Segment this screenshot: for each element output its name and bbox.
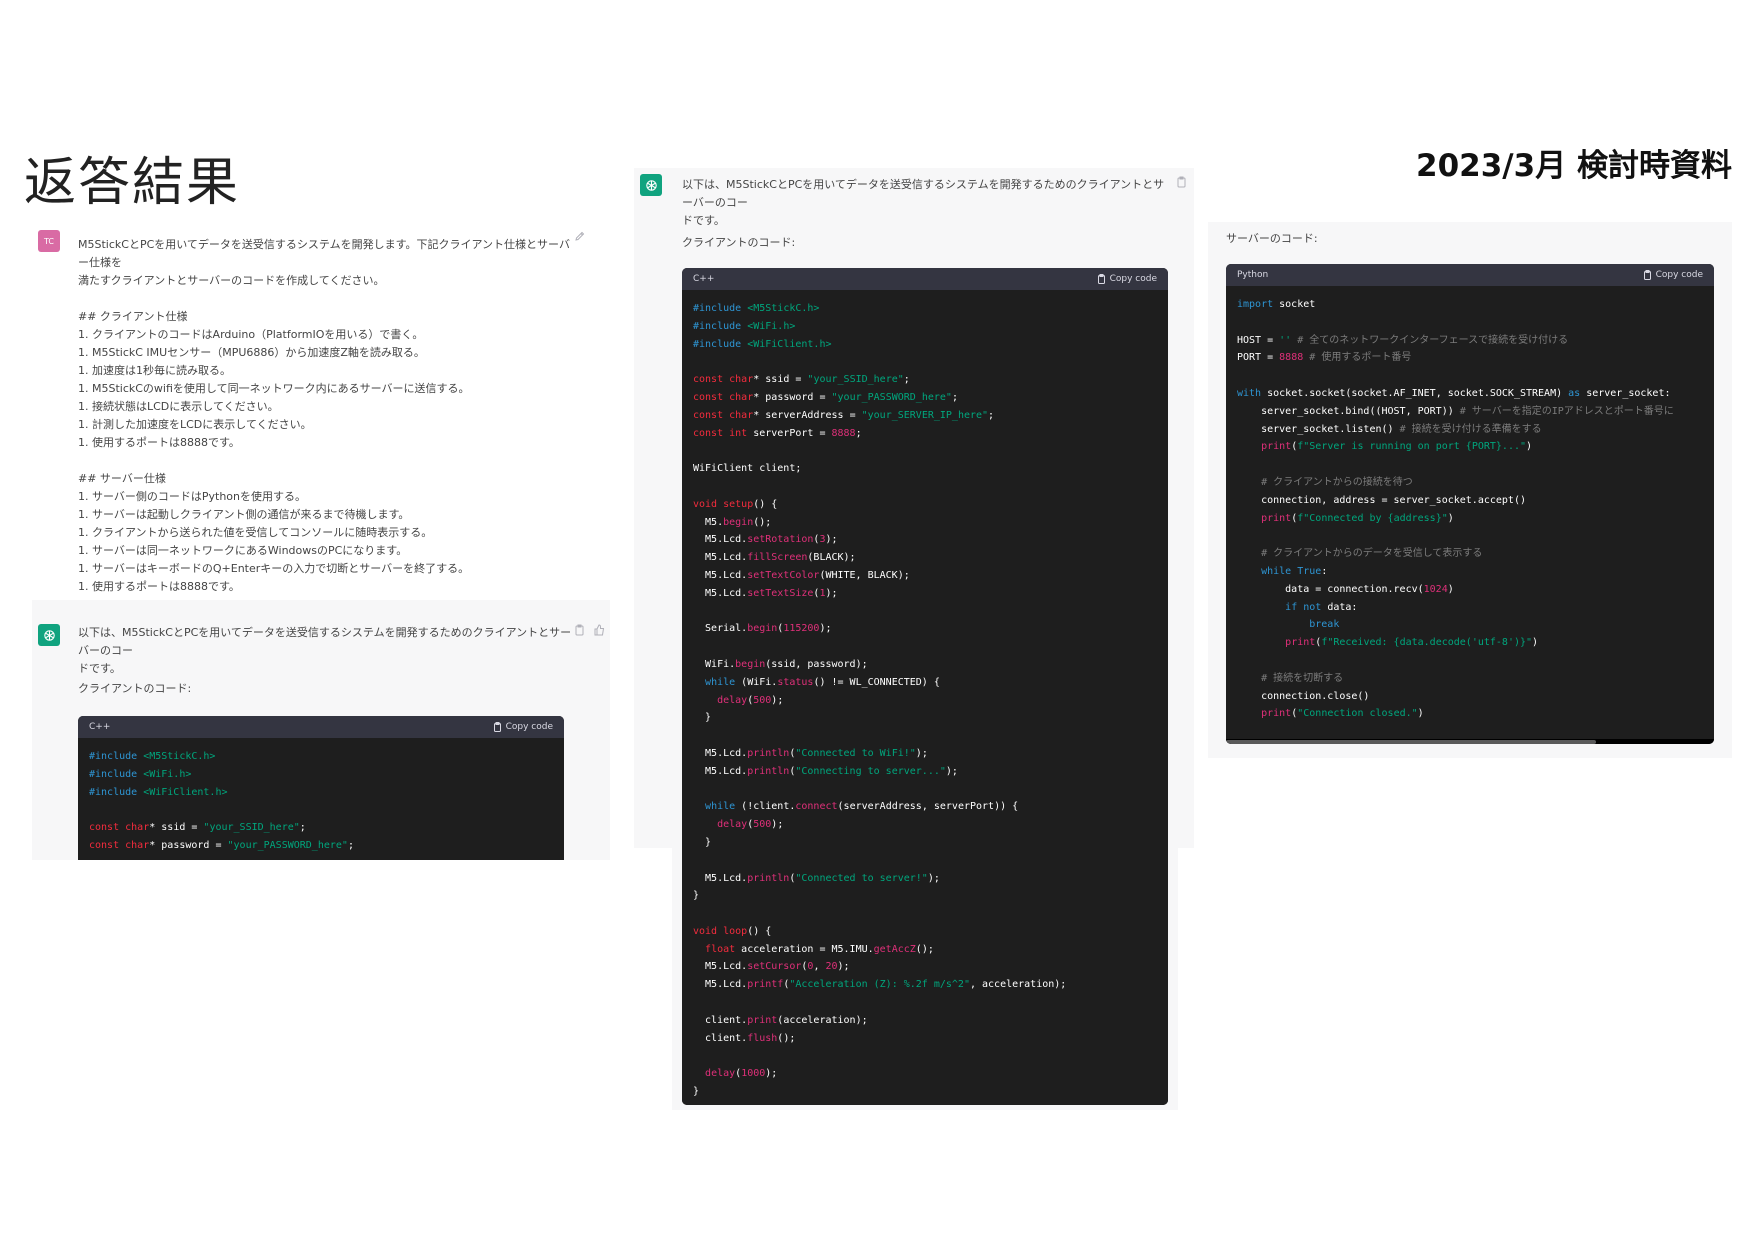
copy-code-label: Copy code: [505, 722, 553, 732]
user-message: M5StickCとPCを用いてデータを送受信するシステムを開発します。下記クライ…: [78, 238, 570, 593]
right-code-content: import socket HOST = '' # 全てのネットワークインターフ…: [1226, 286, 1714, 739]
client-code-label: クライアントのコード:: [682, 236, 796, 249]
middle-code-block: C++ Copy code #include <M5StickC.h> #inc…: [682, 268, 1168, 1105]
openai-logo-icon: [38, 624, 60, 646]
code-header: C++ Copy code: [78, 716, 564, 738]
right-code-block: Python Copy code import socket HOST = ''…: [1226, 264, 1714, 744]
clipboard-icon[interactable]: [574, 624, 585, 639]
thumbs-up-icon[interactable]: [594, 624, 605, 639]
left-code-block: C++ Copy code #include <M5StickC.h> #inc…: [78, 716, 564, 860]
assistant-message: 以下は、M5StickCとPCを用いてデータを送受信するシステムを開発するための…: [78, 626, 572, 675]
clipboard-icon: [493, 722, 501, 732]
edit-icon[interactable]: [574, 230, 586, 245]
middle-code-content: #include <M5StickC.h> #include <WiFi.h> …: [682, 290, 1168, 1105]
openai-logo-icon: [640, 174, 662, 196]
user-avatar: TC: [38, 230, 60, 252]
left-assistant-panel: 以下は、M5StickCとPCを用いてデータを送受信するシステムを開発するための…: [32, 600, 610, 860]
slide-title: 返答結果: [24, 153, 241, 213]
code-language: Python: [1237, 270, 1269, 280]
copy-code-label: Copy code: [1655, 270, 1703, 280]
clipboard-icon: [1643, 270, 1651, 280]
copy-code-button[interactable]: Copy code: [1097, 274, 1157, 284]
copy-code-button[interactable]: Copy code: [1643, 270, 1703, 280]
code-header: Python Copy code: [1226, 264, 1714, 286]
left-chat-panel: TC M5StickCとPCを用いてデータを送受信するシステムを開発します。下記…: [32, 216, 610, 600]
date-title: 2023/3月 検討時資料: [1416, 148, 1732, 184]
server-code-label: サーバーのコード:: [1226, 232, 1318, 245]
scrollbar-thumb[interactable]: [1226, 740, 1596, 744]
code-language: C++: [693, 274, 715, 284]
horizontal-scrollbar[interactable]: [1226, 739, 1714, 744]
copy-code-button[interactable]: Copy code: [493, 722, 553, 732]
copy-code-label: Copy code: [1109, 274, 1157, 284]
clipboard-icon: [1097, 274, 1105, 284]
assistant-message: 以下は、M5StickCとPCを用いてデータを送受信するシステムを開発するための…: [682, 178, 1165, 227]
left-code-content: #include <M5StickC.h> #include <WiFi.h> …: [78, 738, 564, 860]
code-header: C++ Copy code: [682, 268, 1168, 290]
client-code-label: クライアントのコード:: [78, 682, 192, 695]
clipboard-icon[interactable]: [1176, 176, 1187, 191]
code-language: C++: [89, 722, 111, 732]
